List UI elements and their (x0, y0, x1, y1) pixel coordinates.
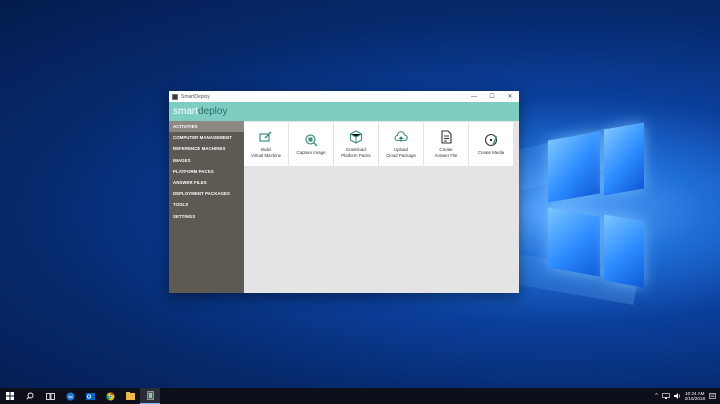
window-title: SmartDeploy (181, 93, 210, 100)
sidebar-item-tools[interactable]: TOOLS (169, 199, 244, 210)
create-media-icon (484, 133, 498, 146)
download-platform-packs-tile[interactable]: Download Platform Packs (334, 122, 378, 166)
answer-file-icon (441, 130, 452, 144)
capture-image-icon (305, 134, 318, 147)
upload-cloud-package-label: Upload Cloud Package (386, 147, 416, 158)
sidebar-item-computer-management[interactable]: COMPUTER MANAGEMENT (169, 132, 244, 143)
sidebar-item-images[interactable]: IMAGES (169, 155, 244, 166)
outlook-icon (85, 392, 95, 400)
sidebar-nav: ACTIVITIES COMPUTER MANAGEMENT REFERENCE… (169, 121, 244, 293)
activities-panel: Build Virtual Machine Capture Image Down… (244, 121, 519, 293)
sidebar-item-deployment-packages[interactable]: DEPLOYMENT PACKAGES (169, 188, 244, 199)
create-media-label: Create Media (477, 149, 505, 155)
close-button[interactable]: ✕ (501, 93, 519, 100)
notifications-icon[interactable] (709, 392, 716, 400)
clock[interactable]: 10:24 AM 2/15/2018 (685, 391, 705, 402)
volume-icon[interactable] (673, 393, 681, 399)
capture-image-tile[interactable]: Capture Image (289, 122, 333, 166)
brand-header: smart deploy (169, 102, 519, 121)
outlook-button[interactable] (80, 388, 100, 404)
start-icon (6, 392, 14, 400)
search-icon (26, 392, 34, 400)
file-explorer-button[interactable] (120, 388, 140, 404)
sidebar-item-activities[interactable]: ACTIVITIES (169, 121, 244, 133)
brand-logo-smart: smart (173, 106, 198, 117)
cloud-upload-icon (394, 131, 408, 143)
chevron-up-icon[interactable]: ^ (655, 393, 657, 399)
download-platform-packs-label: Download Platform Packs (341, 147, 371, 158)
build-vm-icon (259, 131, 272, 142)
search-button[interactable] (20, 388, 40, 404)
start-button[interactable] (0, 388, 20, 404)
sidebar-item-answer-files[interactable]: ANSWER FILES (169, 177, 244, 188)
upload-cloud-package-tile[interactable]: Upload Cloud Package (379, 122, 423, 166)
task-view-icon (45, 392, 55, 400)
chrome-button[interactable] (100, 388, 120, 404)
edge-icon (66, 392, 74, 400)
smartdeploy-icon (146, 391, 154, 400)
smartdeploy-taskbar-button[interactable] (140, 388, 160, 404)
sidebar-item-reference-machines[interactable]: REFERENCE MACHINES (169, 143, 244, 154)
title-bar: SmartDeploy — ☐ ✕ (169, 91, 519, 102)
app-icon (172, 93, 178, 100)
task-view-button[interactable] (40, 388, 60, 404)
taskbar: ^ 10:24 AM 2/15/2018 (0, 388, 720, 404)
sidebar-item-settings[interactable]: SETTINGS (169, 211, 244, 222)
download-platform-icon (349, 130, 363, 144)
windows-logo (520, 112, 644, 292)
create-media-tile[interactable]: Create Media (469, 122, 513, 166)
chrome-icon (105, 391, 114, 400)
create-answer-file-label: Create Answer File (434, 147, 458, 158)
clock-date: 2/15/2018 (684, 396, 705, 401)
network-icon[interactable] (661, 393, 670, 399)
brand-logo-deploy: deploy (198, 106, 228, 117)
build-vm-tile[interactable]: Build Virtual Machine (244, 122, 288, 166)
create-answer-file-tile[interactable]: Create Answer File (424, 122, 468, 166)
capture-image-label: Capture Image (296, 149, 326, 155)
system-tray: ^ 10:24 AM 2/15/2018 (655, 391, 720, 402)
file-explorer-icon (125, 392, 135, 400)
smartdeploy-window: SmartDeploy — ☐ ✕ smart deploy ACTIVITIES… (169, 91, 519, 293)
maximize-button[interactable]: ☐ (483, 93, 501, 100)
sidebar-item-platform-packs[interactable]: PLATFORM PACKS (169, 166, 244, 177)
edge-button[interactable] (60, 388, 80, 404)
build-vm-label: Build Virtual Machine (250, 147, 282, 158)
minimize-button[interactable]: — (465, 94, 483, 100)
